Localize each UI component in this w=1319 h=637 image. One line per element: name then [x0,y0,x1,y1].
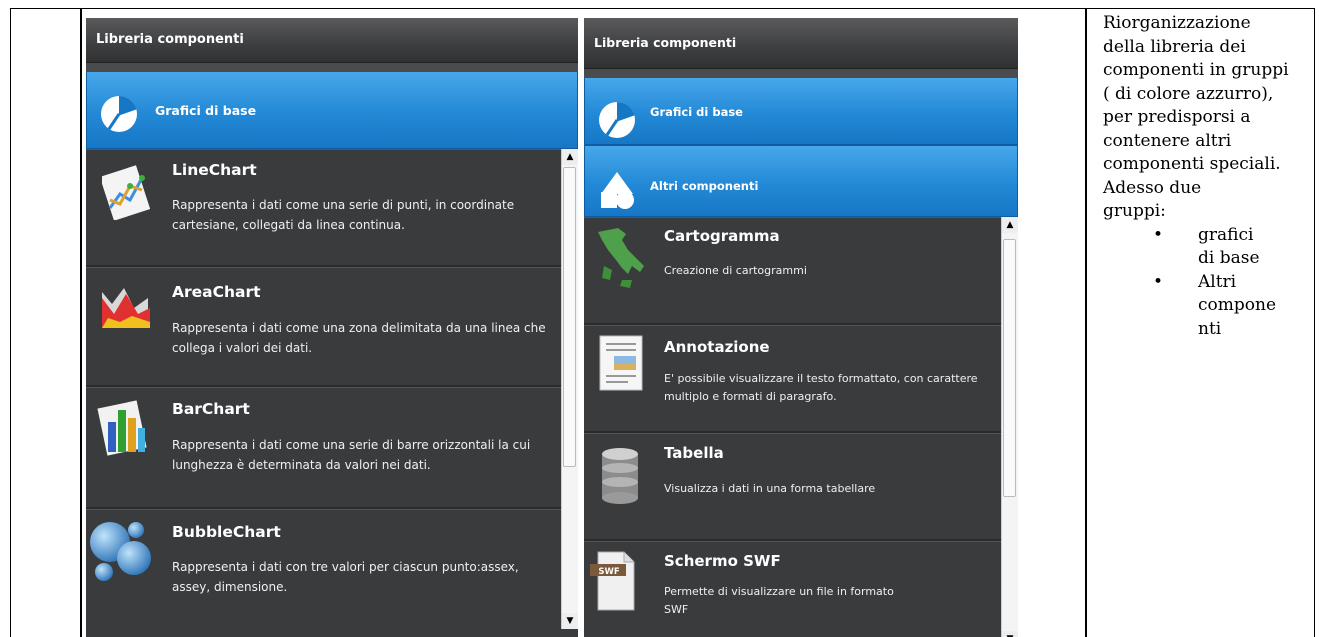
item-title: Annotazione [664,338,770,356]
item-description: E' possibile visualizzare il testo forma… [664,372,978,403]
document-icon [599,335,643,391]
bullet-item: • grafici di base [1103,224,1303,271]
item-title: Cartogramma [664,227,780,245]
bullet-item: • Altri compone nti [1103,271,1303,342]
shapes-icon [601,172,634,209]
bullet-text: Altri compone nti [1198,271,1277,339]
item-description: Rappresenta i dati come una serie di bar… [172,438,531,472]
component-list: Cartogramma Creazione di cartogrammi Ann… [584,217,1018,637]
bullet-icon: • [1153,271,1164,292]
scroll-up-arrow[interactable]: ▲ [562,149,578,165]
item-description: Rappresenta i dati con tre valori per ci… [172,560,519,594]
item-title: BubbleChart [172,523,281,541]
list-item-linechart[interactable]: LineChart Rappresenta i dati come una se… [86,149,578,267]
description-paragraph: Riorganizzazione della libreria dei comp… [1103,13,1289,174]
item-title: BarChart [172,400,250,418]
list-scrollbar[interactable]: ▲ ▼ [1001,217,1018,637]
component-list: LineChart Rappresenta i dati come una se… [86,149,578,637]
panel-title: Libreria componenti [584,18,1018,69]
group-label: Grafici di base [650,105,743,119]
group-label: Altri componenti [650,179,759,193]
list-item-annotazione[interactable]: Annotazione E' possibile visualizzare il… [584,325,1018,433]
line-chart-icon [102,165,151,220]
item-description: Creazione di cartogrammi [664,264,807,277]
item-description: Rappresenta i dati come una serie di pun… [172,198,515,232]
swf-file-icon [590,551,635,611]
item-title: Schermo SWF [664,552,781,570]
swf-badge: SWF [598,567,620,577]
list-item-barchart[interactable]: BarChart Rappresenta i dati come una ser… [86,387,578,509]
pie-chart-icon [101,95,137,132]
item-description: Permette di visualizzare un file in form… [664,585,894,616]
bullet-icon: • [1153,224,1164,245]
pie-chart-icon [599,101,635,138]
right-library-panel: Libreria componenti Grafici di base Altr… [584,18,1018,637]
italy-map-icon [598,228,644,288]
group-grafici-di-base[interactable]: Grafici di base [584,77,1018,145]
group-bullet-list: • grafici di base • Altri compone nti [1103,224,1303,342]
area-chart-icon [102,288,150,328]
group-altri-componenti[interactable]: Altri componenti [584,145,1018,217]
scroll-thumb[interactable] [1003,239,1016,497]
list-item-cartogramma[interactable]: Cartogramma Creazione di cartogrammi [584,217,1018,325]
cell-divider [80,8,82,637]
database-icon [602,448,638,504]
list-item-schermo-swf[interactable]: SWF Schermo SWF Permette di visualizzare… [584,541,1018,637]
left-library-panel: Libreria componenti Grafici di base Line… [86,18,578,637]
item-description: Visualizza i dati in una forma tabellare [664,482,876,495]
list-item-tabella[interactable]: Tabella Visualizza i dati in una forma t… [584,433,1018,541]
cell-divider [1085,8,1087,637]
group-grafici-di-base[interactable]: Grafici di base [86,71,578,149]
item-title: Tabella [664,444,724,462]
list-item-bubblechart[interactable]: BubbleChart Rappresenta i dati con tre v… [86,509,578,634]
panel-title: Libreria componenti [86,18,578,63]
list-item-areachart[interactable]: AreaChart Rappresenta i dati come una zo… [86,267,578,387]
item-title: AreaChart [172,283,261,301]
list-scrollbar[interactable]: ▲ ▼ [561,149,578,629]
scroll-down-arrow[interactable]: ▼ [562,613,578,629]
group-label: Grafici di base [155,103,257,118]
bar-chart-icon [97,400,147,456]
bubble-chart-icon [90,522,151,581]
scroll-thumb[interactable] [563,167,576,467]
item-title: LineChart [172,161,257,179]
item-description: Rappresenta i dati come una zona delimit… [172,321,546,355]
scroll-up-arrow[interactable]: ▲ [1002,217,1018,233]
description-line: Adesso due gruppi: [1103,177,1202,222]
scroll-down-arrow[interactable]: ▼ [1002,631,1018,637]
bullet-text: grafici di base [1198,224,1260,269]
description-cell: Riorganizzazione della libreria dei comp… [1103,12,1303,341]
